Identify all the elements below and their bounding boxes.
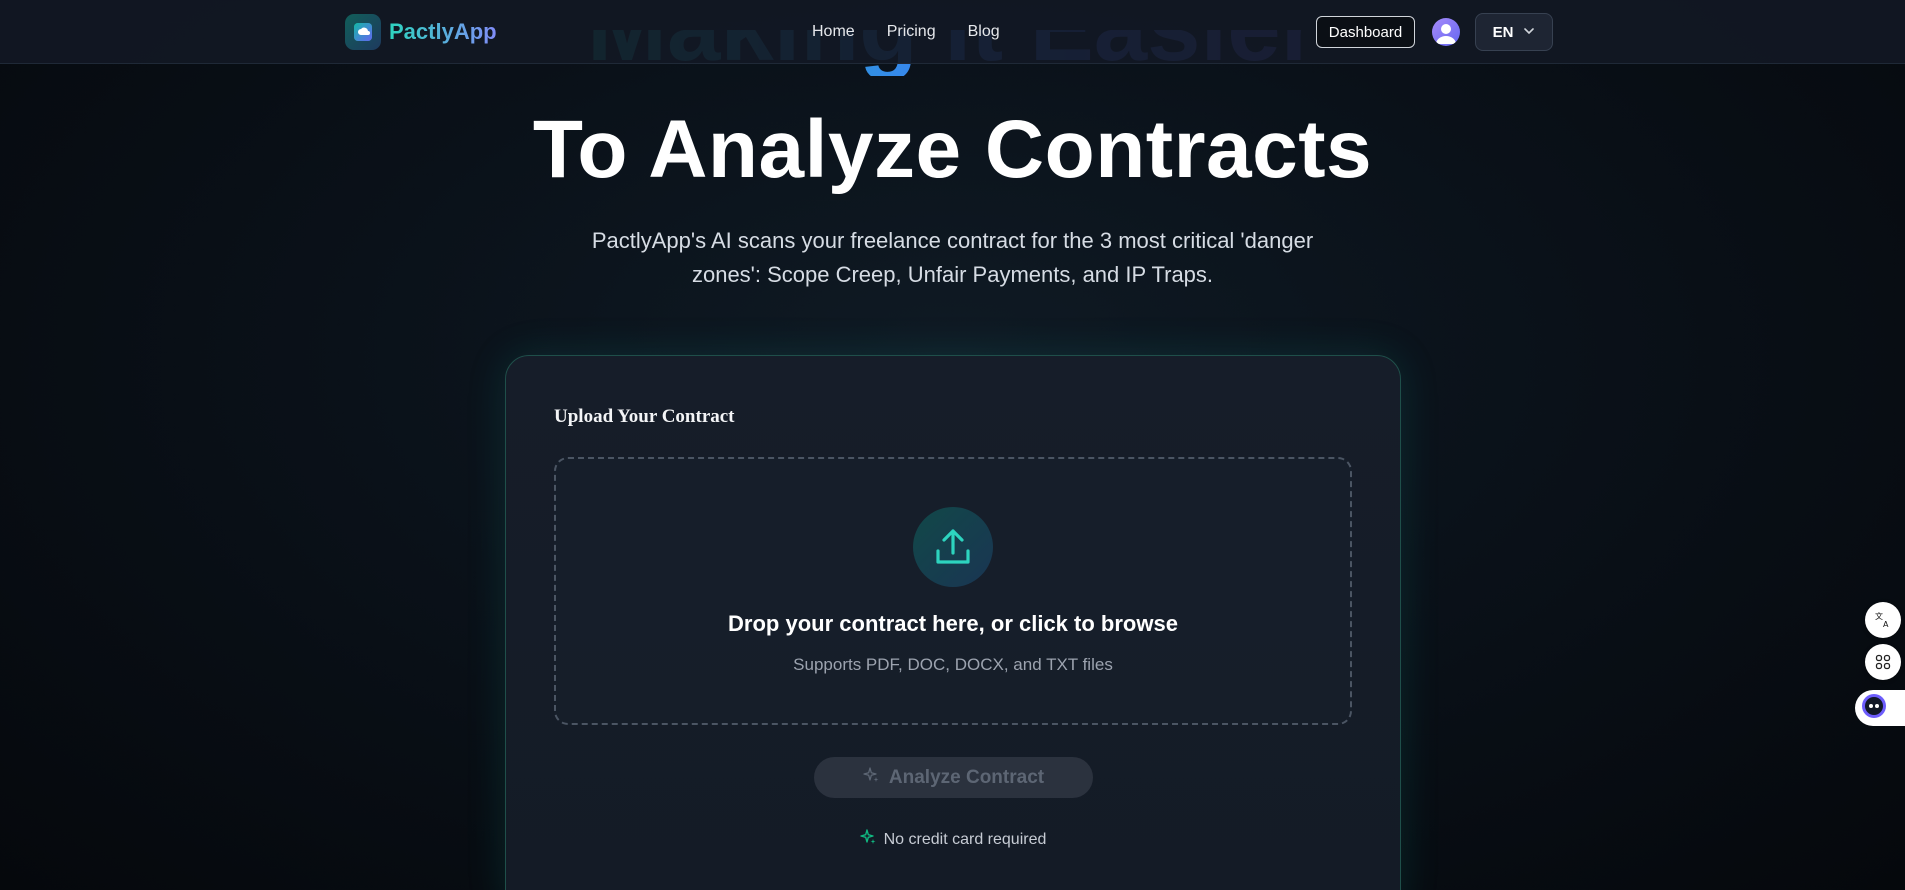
sparkles-icon [859, 829, 876, 850]
translate-icon[interactable]: 文 A [1865, 602, 1901, 638]
upload-icon [913, 507, 993, 587]
brand-logo-icon [345, 14, 381, 50]
dropzone-title: Drop your contract here, or click to bro… [728, 611, 1178, 636]
language-selector[interactable]: EN [1475, 13, 1553, 51]
svg-text:文: 文 [1875, 611, 1883, 621]
assistant-icon [1861, 693, 1887, 724]
brand-name: PactlyApp [389, 19, 497, 44]
sparkles-icon [863, 766, 879, 789]
analyze-contract-button[interactable]: Analyze Contract [814, 757, 1093, 798]
nav-link-pricing[interactable]: Pricing [887, 20, 936, 44]
upload-card-title: Upload Your Contract [554, 406, 735, 427]
nav-link-home[interactable]: Home [812, 20, 855, 44]
language-label: EN [1492, 23, 1514, 41]
svg-text:A: A [1883, 620, 1889, 629]
file-dropzone[interactable]: Drop your contract here, or click to bro… [554, 457, 1352, 725]
dropzone-subtitle: Supports PDF, DOC, DOCX, and TXT files [793, 655, 1113, 674]
assistant-widget[interactable] [1855, 690, 1905, 726]
hero-subtitle: PactlyApp's AI scans your freelance cont… [591, 228, 1314, 287]
nav-link-blog[interactable]: Blog [968, 20, 1000, 44]
upload-card: Upload Your Contract Drop your contract … [505, 355, 1401, 890]
user-avatar-icon[interactable] [1432, 18, 1460, 46]
brand[interactable]: PactlyApp [345, 14, 497, 50]
chevron-down-icon [1523, 24, 1535, 41]
top-navbar: PactlyApp Home Pricing Blog Dashboard EN [0, 0, 1905, 64]
no-credit-card-note: No credit card required [506, 829, 1400, 850]
hero-title: To Analyze Contracts [532, 104, 1373, 195]
dashboard-button[interactable]: Dashboard [1316, 16, 1415, 48]
nav-links: Home Pricing Blog [812, 20, 1000, 44]
analyze-contract-label: Analyze Contract [888, 766, 1045, 788]
apps-icon[interactable] [1865, 644, 1901, 680]
no-credit-card-text: No credit card required [883, 830, 1047, 848]
